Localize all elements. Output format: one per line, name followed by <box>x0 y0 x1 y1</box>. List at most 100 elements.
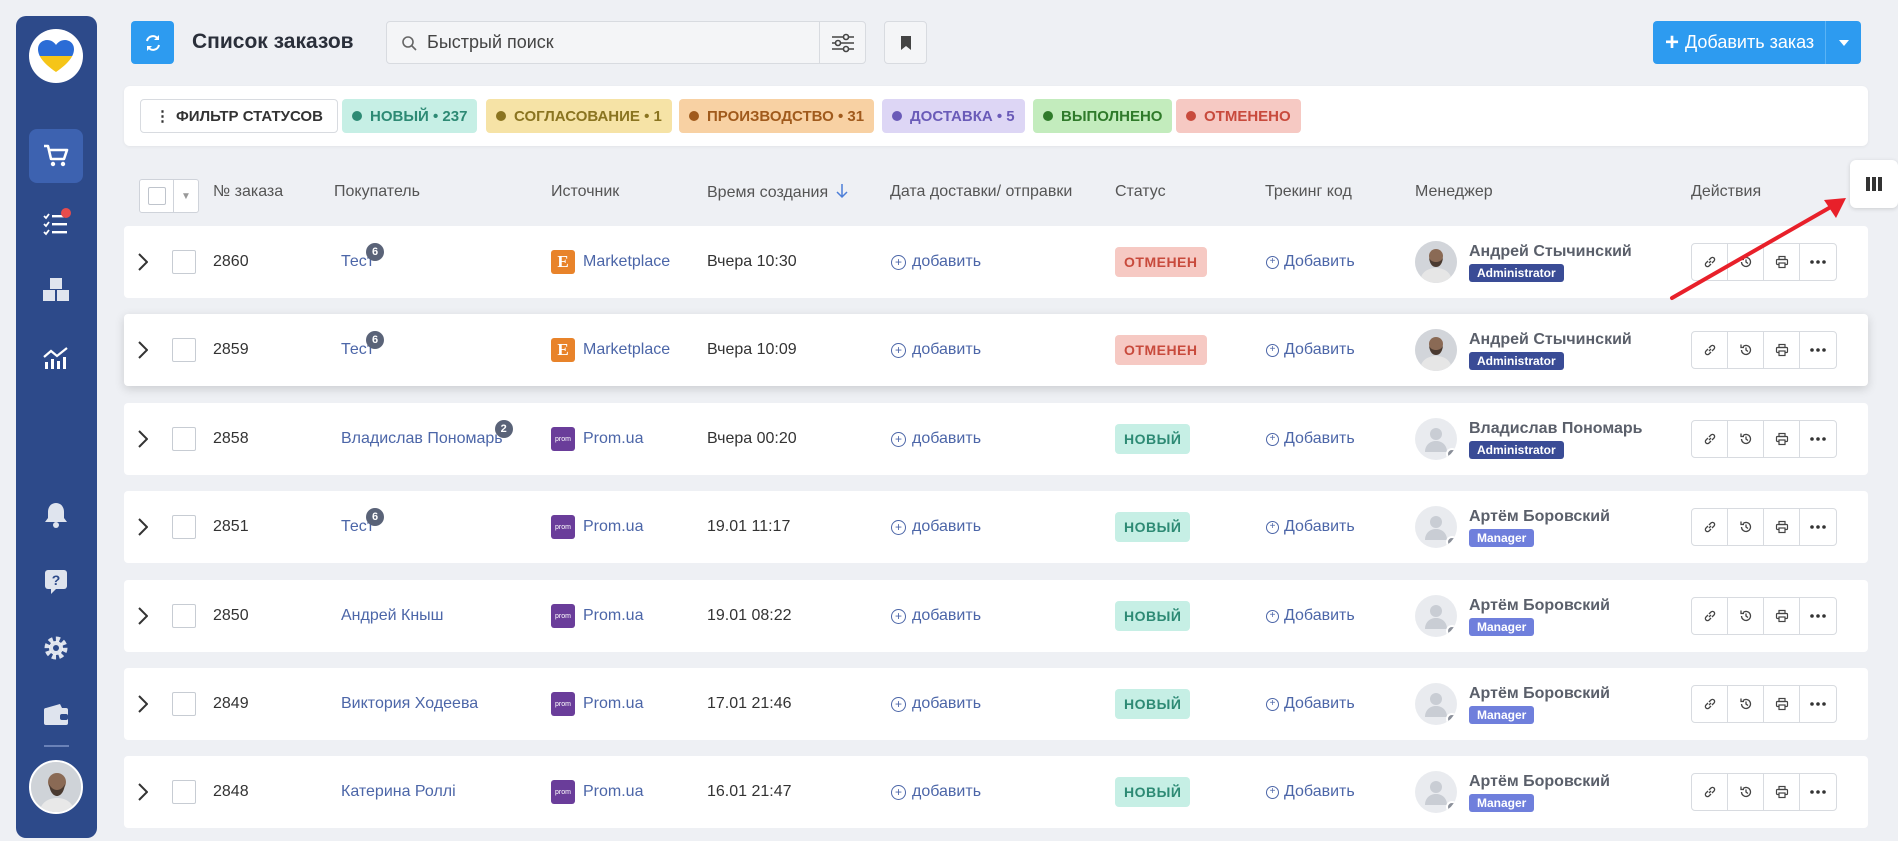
more-actions-button[interactable] <box>1800 774 1836 810</box>
filter-settings-button[interactable] <box>819 22 865 63</box>
source-link[interactable]: Prom.ua <box>583 607 643 625</box>
table-row[interactable]: 2860 Тест 6 E Marketplace Вчера 10:30 + добавит… <box>124 226 1868 298</box>
add-tracking-link[interactable]: + Добавить <box>1266 668 1355 740</box>
history-button[interactable] <box>1728 509 1764 545</box>
status-badge[interactable]: НОВЫЙ <box>1115 777 1191 807</box>
bookmark-button[interactable] <box>884 21 927 64</box>
add-order-dropdown-button[interactable] <box>1825 21 1861 64</box>
status-badge[interactable]: НОВЫЙ <box>1115 512 1191 542</box>
expand-row-button[interactable] <box>138 314 148 386</box>
col-buyer[interactable]: Покупатель <box>334 183 420 201</box>
nav-settings[interactable] <box>29 621 83 675</box>
table-row[interactable]: 2858 Владислав Пономарь 2 prom Prom.ua Вчера … <box>124 403 1868 475</box>
nav-warehouse[interactable] <box>29 263 83 317</box>
more-actions-button[interactable] <box>1800 421 1836 457</box>
table-row[interactable]: 2851 Тест 6 prom Prom.ua 19.01 11:17 + добавить… <box>124 491 1868 563</box>
status-chip[interactable]: ПРОИЗВОДСТВО • 31 <box>679 99 875 133</box>
status-chip[interactable]: НОВЫЙ • 237 <box>342 99 478 133</box>
add-tracking-link[interactable]: + Добавить <box>1266 403 1355 475</box>
col-manager[interactable]: Менеджер <box>1415 183 1493 201</box>
col-delivery[interactable]: Дата доставки/ отправки <box>890 183 1072 201</box>
buyer-link[interactable]: Катерина Роллі <box>341 783 456 800</box>
status-badge[interactable]: ОТМЕНЕН <box>1115 335 1207 365</box>
status-badge[interactable]: НОВЫЙ <box>1115 689 1191 719</box>
add-delivery-date-link[interactable]: + добавить <box>891 756 981 828</box>
status-chip[interactable]: ВЫПОЛНЕНО <box>1033 99 1173 133</box>
table-row[interactable]: 2859 Тест 6 E Marketplace Вчера 10:09 + добавит… <box>124 314 1868 386</box>
history-button[interactable] <box>1728 686 1764 722</box>
copy-link-button[interactable] <box>1692 509 1728 545</box>
logo[interactable] <box>29 29 83 83</box>
row-checkbox[interactable] <box>172 580 196 652</box>
table-row[interactable]: 2850 Андрей Кныш prom Prom.ua 19.01 08:22 + до… <box>124 580 1868 652</box>
add-tracking-link[interactable]: + Добавить <box>1266 314 1355 386</box>
status-chip[interactable]: ОТМЕНЕНО <box>1176 99 1301 133</box>
add-delivery-date-link[interactable]: + добавить <box>891 668 981 740</box>
nav-help[interactable]: ? <box>29 554 83 608</box>
status-chip[interactable]: СОГЛАСОВАНИЕ • 1 <box>486 99 672 133</box>
add-delivery-date-link[interactable]: + добавить <box>891 226 981 298</box>
user-avatar[interactable] <box>29 760 83 814</box>
history-button[interactable] <box>1728 421 1764 457</box>
row-checkbox[interactable] <box>172 756 196 828</box>
select-all-checkbox[interactable]: ▼ <box>139 179 199 213</box>
row-checkbox[interactable] <box>172 403 196 475</box>
expand-row-button[interactable] <box>138 580 148 652</box>
status-badge[interactable]: НОВЫЙ <box>1115 424 1191 454</box>
add-tracking-link[interactable]: + Добавить <box>1266 580 1355 652</box>
source-link[interactable]: Prom.ua <box>583 518 643 536</box>
add-delivery-date-link[interactable]: + добавить <box>891 314 981 386</box>
col-tracking[interactable]: Трекинг код <box>1265 183 1352 201</box>
source-link[interactable]: Prom.ua <box>583 783 643 801</box>
col-order-number[interactable]: № заказа <box>213 183 283 201</box>
table-row[interactable]: 2848 Катерина Роллі prom Prom.ua 16.01 21:47… <box>124 756 1868 828</box>
source-link[interactable]: Marketplace <box>583 341 670 359</box>
status-badge[interactable]: ОТМЕНЕН <box>1115 247 1207 277</box>
add-delivery-date-link[interactable]: + добавить <box>891 491 981 563</box>
buyer-link[interactable]: Владислав Пономарь <box>341 430 503 447</box>
more-actions-button[interactable] <box>1800 598 1836 634</box>
nav-notifications[interactable] <box>29 488 83 542</box>
status-badge[interactable]: НОВЫЙ <box>1115 601 1191 631</box>
status-chip[interactable]: ДОСТАВКА • 5 <box>882 99 1025 133</box>
history-button[interactable] <box>1728 774 1764 810</box>
nav-orders[interactable] <box>29 129 83 183</box>
copy-link-button[interactable] <box>1692 598 1728 634</box>
history-button[interactable] <box>1728 332 1764 368</box>
source-link[interactable]: Prom.ua <box>583 695 643 713</box>
copy-link-button[interactable] <box>1692 421 1728 457</box>
expand-row-button[interactable] <box>138 226 148 298</box>
add-delivery-date-link[interactable]: + добавить <box>891 403 981 475</box>
more-actions-button[interactable] <box>1800 686 1836 722</box>
expand-row-button[interactable] <box>138 491 148 563</box>
col-source[interactable]: Источник <box>551 183 619 201</box>
print-button[interactable] <box>1764 509 1800 545</box>
add-tracking-link[interactable]: + Добавить <box>1266 491 1355 563</box>
print-button[interactable] <box>1764 686 1800 722</box>
search-input[interactable] <box>427 32 807 53</box>
source-link[interactable]: Marketplace <box>583 253 670 271</box>
add-tracking-link[interactable]: + Добавить <box>1266 756 1355 828</box>
caret-down-icon[interactable]: ▼ <box>174 180 198 212</box>
status-filter-button[interactable]: ⋮ ФИЛЬТР СТАТУСОВ <box>140 99 338 133</box>
col-status[interactable]: Статус <box>1115 183 1166 201</box>
copy-link-button[interactable] <box>1692 774 1728 810</box>
expand-row-button[interactable] <box>138 668 148 740</box>
row-checkbox[interactable] <box>172 668 196 740</box>
expand-row-button[interactable] <box>138 403 148 475</box>
copy-link-button[interactable] <box>1692 686 1728 722</box>
history-button[interactable] <box>1728 598 1764 634</box>
print-button[interactable] <box>1764 332 1800 368</box>
col-created[interactable]: Время создания <box>707 183 848 202</box>
add-order-button[interactable]: + Добавить заказ <box>1653 21 1825 64</box>
row-checkbox[interactable] <box>172 491 196 563</box>
source-link[interactable]: Prom.ua <box>583 430 643 448</box>
refresh-button[interactable] <box>131 21 174 64</box>
nav-finance[interactable] <box>29 688 83 742</box>
more-actions-button[interactable] <box>1800 509 1836 545</box>
print-button[interactable] <box>1764 421 1800 457</box>
row-checkbox[interactable] <box>172 314 196 386</box>
row-checkbox[interactable] <box>172 226 196 298</box>
add-tracking-link[interactable]: + Добавить <box>1266 226 1355 298</box>
add-delivery-date-link[interactable]: + добавить <box>891 580 981 652</box>
